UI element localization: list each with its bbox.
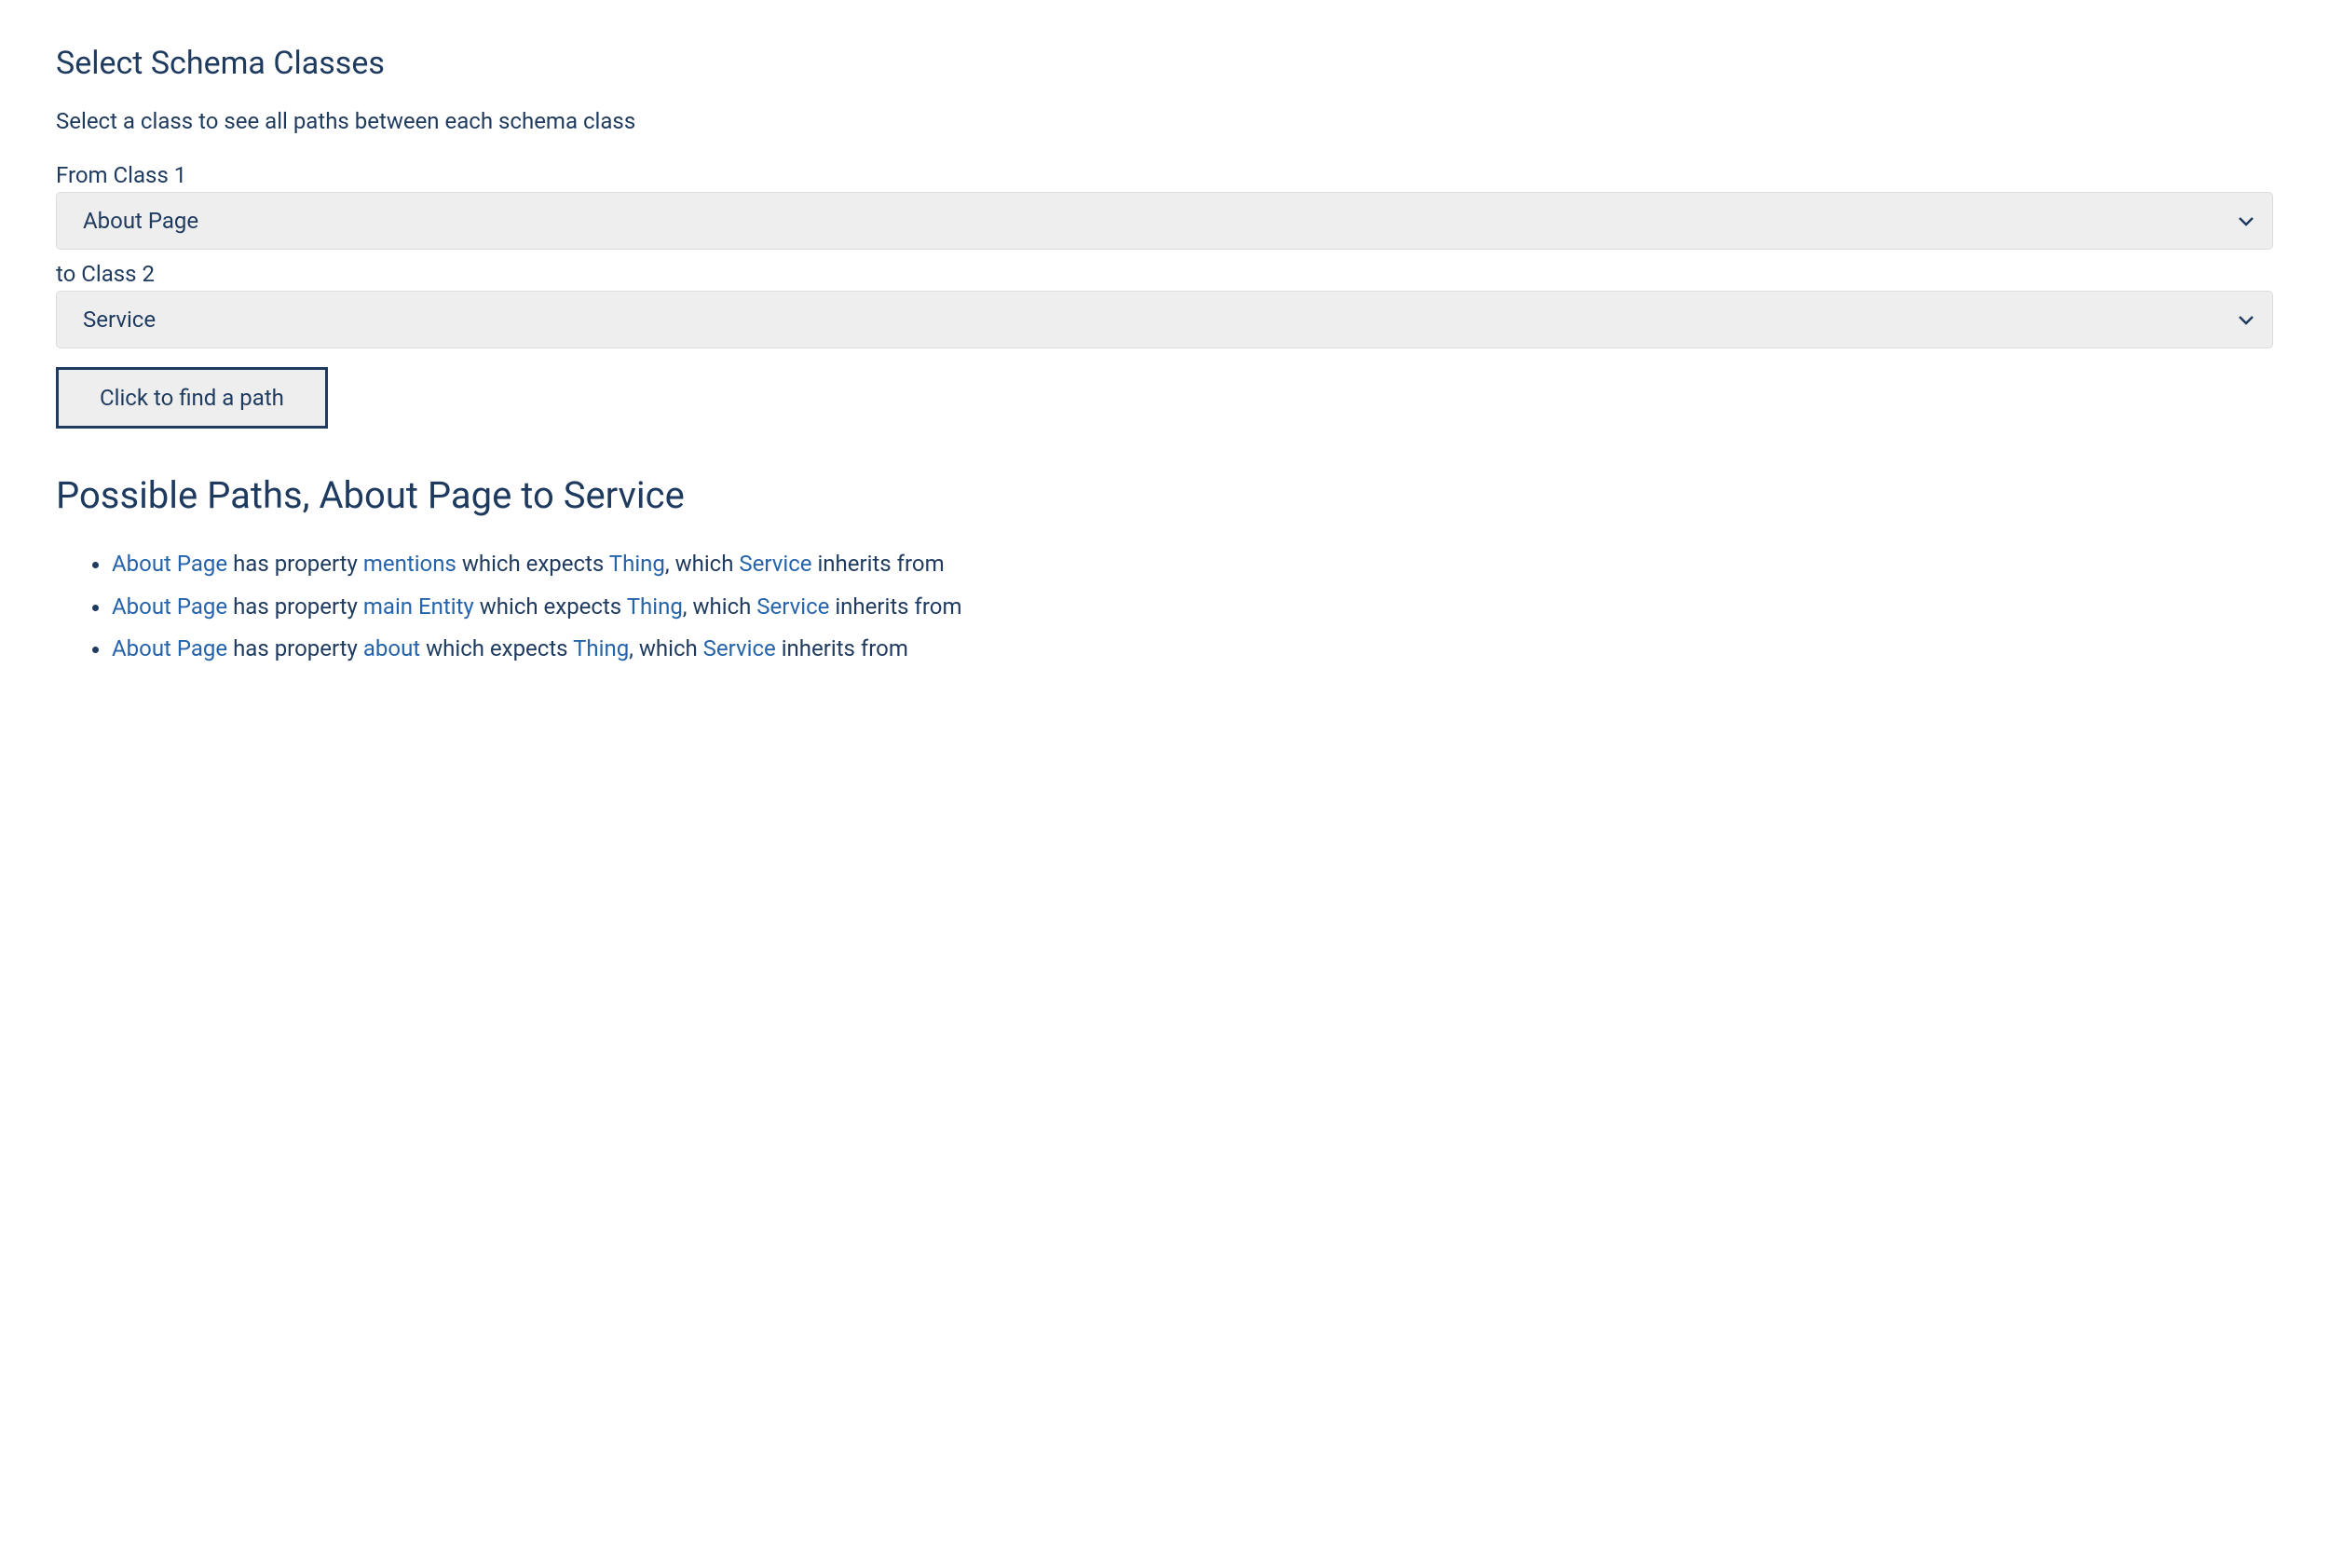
path-from-link[interactable]: About Page xyxy=(112,635,227,661)
path-property-link[interactable]: about xyxy=(363,635,420,661)
find-path-button[interactable]: Click to find a path xyxy=(56,367,328,429)
path-property-link[interactable]: main Entity xyxy=(363,593,474,620)
path-from-link[interactable]: About Page xyxy=(112,551,227,577)
path-inherits-link[interactable]: Service xyxy=(739,551,811,577)
path-from-link[interactable]: About Page xyxy=(112,593,227,620)
path-inherits-link[interactable]: Service xyxy=(703,635,776,661)
from-class-select[interactable]: About Page xyxy=(56,192,2273,250)
page-description: Select a class to see all paths between … xyxy=(56,108,2273,134)
path-expects-link[interactable]: Thing xyxy=(627,593,683,620)
page-title: Select Schema Classes xyxy=(56,45,2273,82)
path-item: About Page has property main Entity whic… xyxy=(112,586,2273,629)
results-list: About Page has property mentions which e… xyxy=(56,543,2273,671)
path-expects-link[interactable]: Thing xyxy=(573,635,629,661)
path-property-link[interactable]: mentions xyxy=(363,551,456,577)
results-heading: Possible Paths, About Page to Service xyxy=(56,473,2273,517)
path-inherits-link[interactable]: Service xyxy=(756,593,829,620)
from-class-label: From Class 1 xyxy=(56,162,2273,188)
to-class-label: to Class 2 xyxy=(56,261,2273,287)
path-item: About Page has property mentions which e… xyxy=(112,543,2273,586)
path-expects-link[interactable]: Thing xyxy=(609,551,665,577)
to-class-select[interactable]: Service xyxy=(56,291,2273,348)
path-item: About Page has property about which expe… xyxy=(112,628,2273,671)
